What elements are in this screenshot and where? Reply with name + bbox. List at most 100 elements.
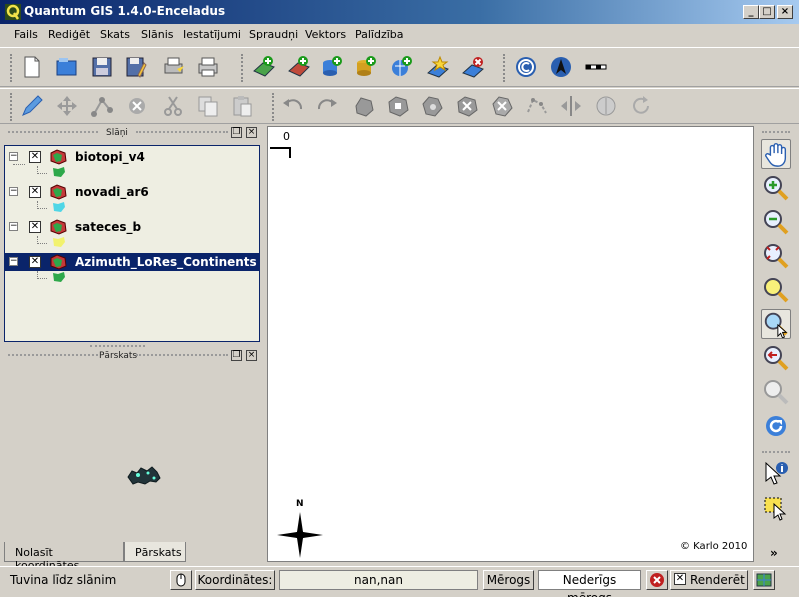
zoom-out-icon[interactable] <box>761 207 791 237</box>
add-ring-icon[interactable] <box>386 94 410 118</box>
collapse-toggle[interactable]: − <box>9 187 18 196</box>
node-tool-icon[interactable] <box>90 94 114 118</box>
delete-part-icon[interactable] <box>490 94 514 118</box>
overview-map[interactable] <box>4 365 260 537</box>
panel-grip[interactable] <box>90 345 145 349</box>
redo-icon[interactable] <box>315 94 339 118</box>
save-project-icon[interactable] <box>90 55 114 79</box>
menu-view[interactable]: Skats <box>100 28 130 41</box>
toolbar-grip[interactable] <box>10 54 14 82</box>
delete-ring-icon[interactable] <box>455 94 479 118</box>
print-icon[interactable] <box>196 55 220 79</box>
collapse-toggle[interactable]: − <box>9 152 18 161</box>
zoom-to-layer-icon[interactable] <box>761 309 791 339</box>
projection-button[interactable] <box>753 570 775 590</box>
panel-grip[interactable] <box>136 131 228 135</box>
toolbar-grip[interactable] <box>762 451 790 455</box>
panel-grip[interactable] <box>136 354 228 358</box>
add-postgis-layer-icon[interactable] <box>320 55 344 79</box>
add-spatialite-layer-icon[interactable] <box>354 55 378 79</box>
save-as-icon[interactable] <box>124 55 148 79</box>
add-island-icon[interactable] <box>420 94 444 118</box>
copyright-label-icon[interactable] <box>514 55 538 79</box>
zoom-next-icon[interactable] <box>761 377 791 407</box>
layers-panel-close-button[interactable]: × <box>246 127 257 138</box>
open-project-icon[interactable] <box>55 55 79 79</box>
render-checkbox[interactable]: ✕ <box>674 573 686 585</box>
menu-file[interactable]: Fails <box>14 28 38 41</box>
overview-panel-close-button[interactable]: × <box>246 350 257 361</box>
layer-item[interactable]: − ✕ novadi_ar6 <box>5 183 259 201</box>
menu-vector[interactable]: Vektors <box>305 28 346 41</box>
zoom-last-icon[interactable] <box>761 343 791 373</box>
toggle-editing-icon[interactable] <box>20 94 44 118</box>
zoom-full-icon[interactable] <box>761 241 791 271</box>
legend-symbol-icon <box>53 202 65 212</box>
layer-visibility-checkbox[interactable]: ✕ <box>29 256 41 268</box>
overview-panel-float-button[interactable]: ❐ <box>231 350 242 361</box>
new-vector-layer-icon[interactable] <box>426 55 450 79</box>
zoom-to-selection-icon[interactable] <box>761 275 791 305</box>
undo-icon[interactable] <box>281 94 305 118</box>
toolbar-grip[interactable] <box>10 93 14 121</box>
north-arrow-icon[interactable] <box>549 55 573 79</box>
scale-field[interactable]: Nederīgs mērogs <box>538 570 641 597</box>
coordinates-field[interactable]: nan,nan <box>279 570 478 590</box>
minimize-button[interactable]: _ <box>743 5 759 19</box>
toolbar-grip[interactable] <box>762 131 790 135</box>
select-features-icon[interactable] <box>761 493 791 523</box>
layer-visibility-checkbox[interactable]: ✕ <box>29 221 41 233</box>
add-vector-layer-icon[interactable] <box>252 55 276 79</box>
map-canvas[interactable]: 0 N © Karlo 2010 <box>267 126 754 562</box>
paste-features-icon[interactable] <box>230 94 254 118</box>
reshape-feature-icon[interactable] <box>525 94 549 118</box>
panel-grip[interactable] <box>8 354 98 358</box>
split-features-icon[interactable] <box>559 94 583 118</box>
layer-item[interactable]: − ✕ biotopi_v4 <box>5 148 259 166</box>
move-feature-icon[interactable] <box>55 94 79 118</box>
refresh-icon[interactable] <box>761 411 791 441</box>
menu-plugins[interactable]: Spraudņi <box>249 28 298 41</box>
toolbar-grip[interactable] <box>272 93 276 121</box>
layer-item[interactable]: − ✕ sateces_b <box>5 218 259 236</box>
maximize-button[interactable]: □ <box>759 5 775 19</box>
menu-edit[interactable]: Rediģēt <box>48 28 90 41</box>
scale-bar-icon[interactable] <box>584 55 608 79</box>
menu-help[interactable]: Palīdzība <box>355 28 404 41</box>
close-button[interactable]: × <box>777 5 793 19</box>
stop-render-button[interactable] <box>646 570 668 590</box>
remove-layer-icon[interactable] <box>461 55 485 79</box>
copy-features-icon[interactable] <box>196 94 220 118</box>
polygon-layer-icon <box>50 184 67 200</box>
add-wms-layer-icon[interactable] <box>390 55 414 79</box>
merge-features-icon[interactable] <box>594 94 618 118</box>
collapse-toggle[interactable]: − <box>9 257 18 266</box>
layer-item-selected[interactable]: − ✕ Azimuth_LoRes_Continents <box>5 253 259 271</box>
tab-overview[interactable]: Pārskats <box>124 542 186 562</box>
menu-settings[interactable]: Iestatījumi <box>183 28 241 41</box>
tab-read-coordinates[interactable]: Nolasīt koordinātes <box>4 542 124 572</box>
toolbar-grip[interactable] <box>503 54 507 82</box>
layer-visibility-checkbox[interactable]: ✕ <box>29 151 41 163</box>
collapse-toggle[interactable]: − <box>9 222 18 231</box>
toggle-coordinates-button[interactable] <box>170 570 192 590</box>
menu-layer[interactable]: Slānis <box>141 28 174 41</box>
layers-panel-float-button[interactable]: ❐ <box>231 127 242 138</box>
print-composer-icon[interactable] <box>162 55 186 79</box>
cut-features-icon[interactable] <box>161 94 185 118</box>
add-raster-layer-icon[interactable] <box>287 55 311 79</box>
simplify-feature-icon[interactable] <box>352 94 376 118</box>
new-project-icon[interactable] <box>20 55 44 79</box>
pan-tool-icon[interactable] <box>761 139 791 169</box>
layer-visibility-checkbox[interactable]: ✕ <box>29 186 41 198</box>
more-tools-chevron[interactable]: » <box>770 546 778 560</box>
render-toggle[interactable]: ✕ Renderēt <box>670 570 748 590</box>
toolbar-grip[interactable] <box>241 54 245 82</box>
north-arrow-icon <box>277 512 323 558</box>
delete-selected-icon[interactable] <box>125 94 149 118</box>
rotate-symbols-icon[interactable] <box>629 94 653 118</box>
panel-grip[interactable] <box>8 131 98 135</box>
zoom-in-icon[interactable] <box>761 173 791 203</box>
mouse-icon <box>176 573 186 587</box>
identify-features-icon[interactable] <box>761 459 791 489</box>
